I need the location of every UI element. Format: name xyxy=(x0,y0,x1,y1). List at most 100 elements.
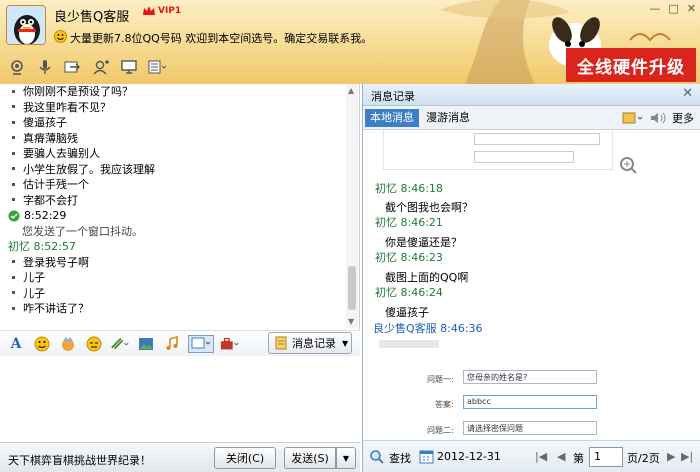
embedded-screenshot-form: 问题一: 您母亲的姓名是? 答案: abbcc 问题二: 请选择密保问题 xyxy=(379,340,669,440)
scroll-up-icon[interactable]: ▲ xyxy=(348,86,354,95)
toolbox-icon[interactable] xyxy=(220,335,240,353)
line-text: 您发送了一个窗口抖动。 xyxy=(22,224,143,238)
history-title-bar: 消息记录 ✕ xyxy=(363,84,700,106)
history-sender: 初忆 8:46:18 xyxy=(375,182,443,195)
first-page-icon[interactable]: |◀ xyxy=(535,450,547,463)
prev-page-icon[interactable]: ◀ xyxy=(557,450,565,463)
contact-signature: 大量更新7.8位QQ号码 欢迎到本空间选号。确定交易联系我。 xyxy=(70,32,373,45)
line-text: 我这里咋看不见？ xyxy=(23,100,111,114)
last-page-icon[interactable]: ▶| xyxy=(681,450,693,463)
chat-message: 要骗人去骗别人 xyxy=(8,146,346,162)
form-q2-select: 请选择密保问题 xyxy=(463,421,597,435)
bullet-icon xyxy=(12,198,15,201)
chat-message: 儿子 xyxy=(8,286,346,302)
message-history-button[interactable]: 消息记录 ▼ xyxy=(268,332,352,354)
form-q1-label: 问题一: xyxy=(427,375,454,384)
contact-name: 良少售Q客服 xyxy=(54,10,130,25)
history-sender: 初忆 8:46:23 xyxy=(375,251,443,264)
minimize-icon[interactable]: — xyxy=(649,2,660,15)
next-page-icon[interactable]: ▶ xyxy=(667,450,675,463)
scroll-down-icon[interactable]: ▼ xyxy=(348,317,354,326)
page-suffix: 页/2页 xyxy=(627,452,660,465)
history-options-icon[interactable] xyxy=(622,111,644,125)
line-text: 小学生放假了。我应该理解 xyxy=(23,162,155,176)
image-icon[interactable] xyxy=(136,335,156,353)
sent-timestamp: 8:52:29 xyxy=(8,208,346,224)
speaker-icon[interactable] xyxy=(650,111,666,125)
chat-message: 儿子 xyxy=(8,270,346,286)
chat-pane: 你刚刚不是预设了吗？ 我这里咋看不见？ 傻逼孩子 真瘠薄脑残 要骗人去骗别人 小学生放假了… xyxy=(0,84,360,472)
chat-header: 良少售Q客服 VIP1 大量更新7.8位QQ号码 欢迎到本空间选号。确定交易联系… xyxy=(0,0,700,84)
line-text: 儿子 xyxy=(23,271,45,284)
bullet-icon xyxy=(12,105,15,108)
close-icon[interactable]: ✕ xyxy=(687,2,696,15)
bullet-icon xyxy=(12,260,15,263)
zoom-icon[interactable] xyxy=(619,156,637,174)
smile-status-icon xyxy=(54,30,67,43)
chat-message: 傻逼孩子 xyxy=(8,115,346,131)
maximize-icon[interactable]: □ xyxy=(668,2,678,15)
tab-roaming-messages[interactable]: 漫游消息 xyxy=(421,109,475,127)
magic-emoji-icon[interactable] xyxy=(58,335,78,353)
calendar-icon[interactable] xyxy=(419,449,434,464)
form-q1-select: 您母亲的姓名是? xyxy=(463,370,597,384)
bullet-icon xyxy=(12,291,15,294)
ad-link[interactable]: 天下棋弈盲棋挑战世界纪录！ xyxy=(8,452,151,468)
remote-desktop-icon[interactable] xyxy=(118,58,140,76)
font-icon[interactable]: A xyxy=(6,335,26,353)
chat-message: 估计手残一个 xyxy=(8,177,346,193)
bullet-icon xyxy=(12,136,15,139)
line-text: 8:52:29 xyxy=(24,209,67,222)
line-text: 你刚刚不是预设了吗？ xyxy=(23,85,133,98)
history-message: 截个图我也会啊？ xyxy=(385,201,473,214)
music-icon[interactable] xyxy=(162,335,182,353)
history-message: 傻逼孩子 xyxy=(385,306,429,319)
chat-message: 你刚刚不是预设了吗？ xyxy=(8,84,346,100)
qq-chat-window: 良少售Q客服 VIP1 大量更新7.8位QQ号码 欢迎到本空间选号。确定交易联系… xyxy=(0,0,700,472)
message-history-label: 消息记录 xyxy=(292,337,336,350)
chat-mode-icon[interactable] xyxy=(188,334,214,353)
history-sender: 初忆 8:46:24 xyxy=(375,286,443,299)
screenshot-icon[interactable] xyxy=(110,335,130,353)
upgrade-banner[interactable]: 全线硬件升级 xyxy=(566,48,696,82)
history-date[interactable]: 2012-12-31 xyxy=(437,450,501,463)
history-message: 截图上面的QQ啊 xyxy=(385,271,469,284)
bullet-icon xyxy=(12,275,15,279)
form-q2-label: 问题二: xyxy=(427,426,454,435)
line-text: 估计手残一个 xyxy=(23,178,89,191)
vip-label: VIP1 xyxy=(158,6,182,16)
search-icon[interactable] xyxy=(369,449,385,465)
history-bottom-bar: 查找 2012-12-31 |◀ ◀ 第 1 页/2页 ▶ ▶| xyxy=(363,440,700,472)
chat-scroll-thumb[interactable] xyxy=(348,266,356,310)
search-link[interactable]: 查找 xyxy=(389,450,411,466)
chat-message: 小学生放假了。我应该理解 xyxy=(8,162,346,178)
window-controls: — □ ✕ xyxy=(649,2,696,15)
send-options-icon[interactable]: ▼ xyxy=(336,447,356,469)
add-friend-icon[interactable] xyxy=(90,58,112,76)
close-button[interactable]: 关闭(C) xyxy=(214,447,276,469)
voice-call-icon[interactable] xyxy=(34,58,56,76)
emoji-icon[interactable] xyxy=(32,335,52,353)
more-link[interactable]: 更多 xyxy=(672,110,694,126)
shake-window-icon[interactable] xyxy=(84,335,104,353)
message-input[interactable] xyxy=(0,356,360,442)
form-answer-input: abbcc xyxy=(463,395,597,409)
apps-menu-icon[interactable] xyxy=(146,58,168,76)
bullet-icon xyxy=(12,89,15,93)
send-file-icon[interactable] xyxy=(62,58,84,76)
contact-avatar[interactable] xyxy=(6,5,46,45)
embedded-screenshot-top xyxy=(383,130,613,170)
chat-scrollbar[interactable]: ▲ ▼ xyxy=(346,84,358,328)
line-text: 儿子 xyxy=(23,286,45,300)
history-message: 你是傻逼还是？ xyxy=(385,236,462,249)
page-number-input[interactable]: 1 xyxy=(589,447,623,467)
page-prefix: 第 xyxy=(573,452,584,465)
tab-local-messages[interactable]: 本地消息 xyxy=(365,109,419,127)
chat-message: 登录我号子啊 xyxy=(8,255,346,271)
line-text: 傻逼孩子 xyxy=(23,116,67,129)
history-close-icon[interactable]: ✕ xyxy=(682,86,693,101)
send-button[interactable]: 发送(S) xyxy=(284,447,336,469)
line-text: 要骗人去骗别人 xyxy=(23,147,100,160)
chat-message: 咋不讲话了？ xyxy=(8,301,346,317)
video-call-icon[interactable] xyxy=(6,58,28,76)
